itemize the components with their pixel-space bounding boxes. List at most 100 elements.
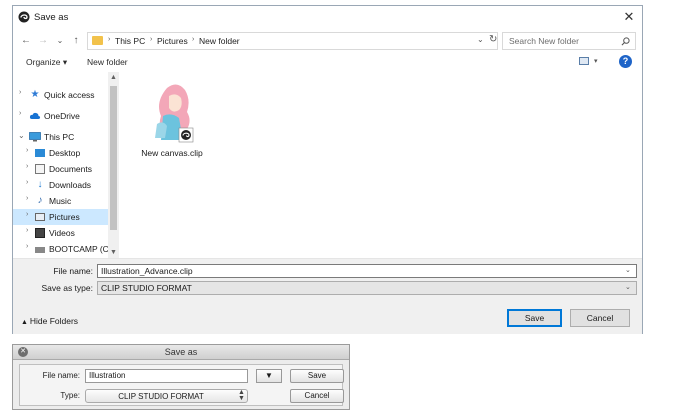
view-options-icon[interactable] <box>579 57 589 65</box>
command-toolbar: Organize ▾ New folder ▾ ? <box>13 54 642 72</box>
mac-save-as-dialog: ✕ Save as File name: Illustration ▼ Save… <box>12 344 350 410</box>
file-thumbnail-icon <box>149 82 197 145</box>
mac-cancel-button[interactable]: Cancel <box>290 389 344 403</box>
close-icon[interactable]: ✕ <box>621 9 637 25</box>
search-input[interactable]: Search New folder <box>509 36 579 46</box>
nav-item-label: Quick access <box>44 90 95 100</box>
refresh-icon[interactable]: ↻ <box>489 34 499 45</box>
nav-item-onedrive[interactable]: › OneDrive <box>13 108 108 124</box>
pictures-icon <box>35 213 45 221</box>
chevron-right-icon[interactable]: › <box>26 211 28 218</box>
nav-item-label: Videos <box>49 228 75 238</box>
music-icon: ♪ <box>37 195 43 206</box>
title-bar: Save as ✕ <box>13 6 642 28</box>
mac-title-bar: ✕ Save as <box>13 345 349 360</box>
nav-item-label: Documents <box>49 164 92 174</box>
file-item[interactable]: New canvas.clip <box>136 82 208 162</box>
chevron-right-icon[interactable]: › <box>26 227 28 234</box>
nav-item-label: Pictures <box>49 212 80 222</box>
breadcrumb-separator-icon: › <box>192 36 195 43</box>
mac-form-panel: File name: Illustration ▼ Save Type: CLI… <box>19 364 344 406</box>
cloud-icon <box>29 112 41 119</box>
file-name-label: File name: <box>53 266 93 276</box>
breadcrumb-this-pc[interactable]: This PC <box>115 36 145 46</box>
new-folder-button[interactable]: New folder <box>87 57 128 67</box>
file-name-label: New canvas.clip <box>141 148 203 158</box>
chevron-right-icon[interactable]: › <box>26 195 28 202</box>
drive-icon <box>35 247 45 253</box>
breadcrumb-new-folder[interactable]: New folder <box>199 36 240 46</box>
nav-item-this-pc[interactable]: ⌄ This PC <box>13 129 108 145</box>
up-arrow-icon[interactable]: ↑ <box>69 34 83 48</box>
nav-item-label: OneDrive <box>44 111 80 121</box>
hide-folders-toggle[interactable]: ▲ Hide Folders <box>21 316 78 326</box>
mac-file-name-value: Illustration <box>89 371 126 380</box>
hide-folders-label: Hide Folders <box>29 316 79 326</box>
file-list-area[interactable]: New canvas.clip <box>121 72 642 258</box>
folder-icon <box>92 36 103 45</box>
save-as-type-value: CLIP STUDIO FORMAT <box>101 283 192 293</box>
mac-save-button[interactable]: Save <box>290 369 344 383</box>
chevron-right-icon[interactable]: › <box>26 163 28 170</box>
search-icon[interactable] <box>621 37 630 46</box>
mac-type-select[interactable]: CLIP STUDIO FORMAT ▲ ▼ <box>85 389 248 403</box>
nav-item-label: Downloads <box>49 180 92 190</box>
nav-item-quick-access[interactable]: › ★ Quick access <box>13 87 108 103</box>
nav-item-label: Music <box>49 196 72 206</box>
downloads-icon: ↓ <box>37 179 43 190</box>
dialog-title: Save as <box>34 12 69 23</box>
recent-locations-chevron-icon[interactable]: ⌄ <box>53 34 67 48</box>
nav-pane-scrollbar[interactable]: ▲ ▼ <box>108 72 119 258</box>
stepper-icon: ▲ ▼ <box>238 389 245 402</box>
nav-item-label: This PC <box>44 132 75 142</box>
clip-studio-app-icon <box>18 11 30 23</box>
chevron-right-icon[interactable]: › <box>26 147 28 154</box>
cancel-button[interactable]: Cancel <box>570 309 630 327</box>
save-as-type-select[interactable]: CLIP STUDIO FORMAT ⌄ <box>97 281 637 295</box>
organize-button[interactable]: Organize ▾ <box>26 57 67 68</box>
videos-icon <box>35 228 45 238</box>
back-arrow-icon[interactable]: ← <box>19 34 33 48</box>
computer-icon <box>29 132 41 142</box>
save-button[interactable]: Save <box>507 309 562 327</box>
scrollbar-thumb[interactable] <box>110 86 117 230</box>
chevron-down-icon[interactable]: ⌄ <box>625 283 631 291</box>
nav-item-downloads[interactable]: › ↓ Downloads <box>13 177 108 193</box>
nav-item-documents[interactable]: › Documents <box>13 161 108 177</box>
nav-item-videos[interactable]: › Videos <box>13 225 108 241</box>
chevron-down-icon[interactable]: ⌄ <box>18 131 25 140</box>
nav-item-pictures[interactable]: › Pictures <box>13 209 108 225</box>
file-name-input[interactable]: Illustration_Advance.clip ⌄ <box>97 264 637 278</box>
chevron-right-icon[interactable]: › <box>26 243 28 250</box>
nav-item-label: Desktop <box>49 148 81 158</box>
breadcrumb-pictures[interactable]: Pictures <box>157 36 188 46</box>
scroll-up-icon[interactable]: ▲ <box>108 72 119 83</box>
save-options-panel: File name: Illustration_Advance.clip ⌄ S… <box>13 258 642 334</box>
mac-type-label: Type: <box>60 391 80 400</box>
mac-browse-dropdown-button[interactable]: ▼ <box>256 369 282 383</box>
nav-item-label: BOOTCAMP (C:) <box>49 244 115 254</box>
forward-arrow-icon[interactable]: → <box>36 34 50 48</box>
navigation-bar: ← → ⌄ ↑ › This PC › Pictures › New folde… <box>13 28 642 54</box>
chevron-right-icon[interactable]: › <box>19 89 21 96</box>
mac-file-name-input[interactable]: Illustration <box>85 369 248 383</box>
breadcrumb-separator-icon: › <box>108 36 111 43</box>
desktop-icon <box>35 149 45 157</box>
help-icon[interactable]: ? <box>619 55 632 68</box>
search-box[interactable]: Search New folder <box>502 32 636 50</box>
address-bar[interactable]: › This PC › Pictures › New folder ⌄ ↻ <box>87 32 498 50</box>
chevron-down-icon[interactable]: ⌄ <box>477 35 484 44</box>
nav-item-desktop[interactable]: › Desktop <box>13 145 108 161</box>
chevron-up-icon: ▲ <box>21 319 30 326</box>
chevron-down-icon[interactable]: ⌄ <box>625 266 631 274</box>
star-icon: ★ <box>30 89 40 100</box>
documents-icon <box>35 164 45 174</box>
scroll-down-icon[interactable]: ▼ <box>108 247 119 258</box>
chevron-down-icon[interactable]: ▾ <box>594 57 598 65</box>
chevron-right-icon[interactable]: › <box>26 179 28 186</box>
nav-item-bootcamp-drive[interactable]: › BOOTCAMP (C:) <box>13 241 114 257</box>
save-as-type-label: Save as type: <box>41 283 93 293</box>
chevron-right-icon[interactable]: › <box>19 110 21 117</box>
nav-item-music[interactable]: › ♪ Music <box>13 193 108 209</box>
mac-type-value: CLIP STUDIO FORMAT <box>118 392 204 401</box>
